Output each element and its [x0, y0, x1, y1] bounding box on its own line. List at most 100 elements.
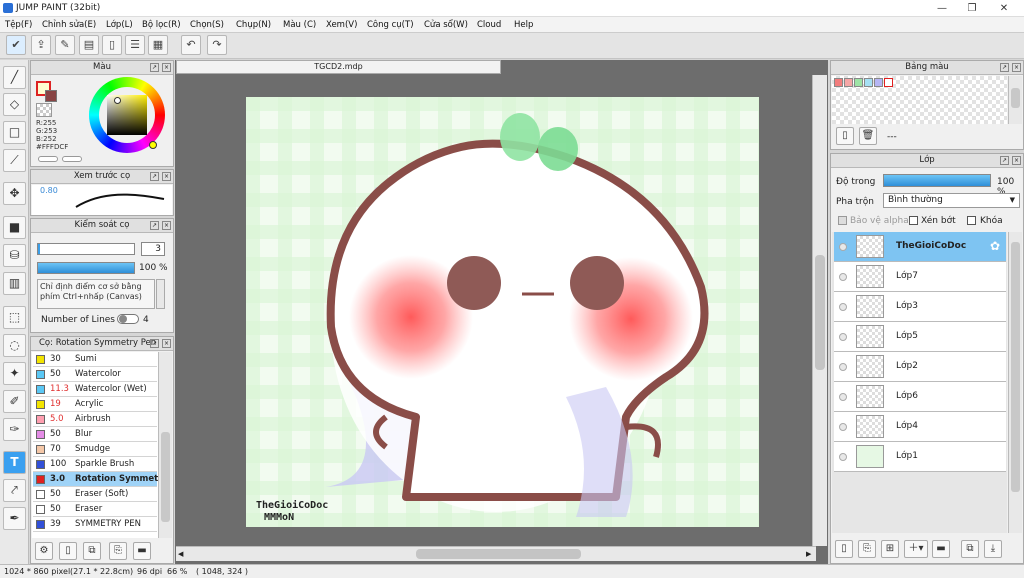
popout-icon[interactable]: ↗ — [150, 63, 159, 72]
lock-checkbox[interactable] — [967, 216, 976, 225]
saturation-square[interactable] — [107, 95, 147, 135]
bucket-tool-icon[interactable]: ⛁ — [3, 244, 26, 267]
layer-row[interactable]: Lớp2 — [834, 352, 1006, 382]
magic-wand-tool-icon[interactable]: ✦ — [3, 362, 26, 385]
layer-row[interactable]: Lớp5 — [834, 322, 1006, 352]
menu-filter[interactable]: Bộ lọc(R) — [142, 20, 181, 30]
brush-settings-icon[interactable]: ⚙ — [35, 542, 53, 560]
brush-size-slider[interactable] — [37, 243, 135, 255]
menu-cloud[interactable]: Cloud — [477, 20, 501, 30]
menu-color[interactable]: Màu (C) — [283, 20, 316, 30]
undo-icon[interactable]: ↶ — [181, 35, 201, 55]
document-tab[interactable]: TGCD2.mdp — [176, 60, 501, 74]
palette-swatch[interactable] — [834, 78, 843, 87]
brush-size-input[interactable]: 3 — [141, 242, 165, 256]
vertical-scrollbar[interactable] — [812, 75, 827, 546]
comment-icon[interactable]: ✎ — [55, 35, 75, 55]
close-icon[interactable]: × — [1012, 63, 1021, 72]
select-pen-tool-icon[interactable]: ✐ — [3, 390, 26, 413]
layer-row[interactable]: Lớp1 — [834, 442, 1006, 472]
brush-list-scrollbar[interactable] — [158, 352, 172, 538]
fill-rect-tool-icon[interactable]: ■ — [3, 216, 26, 239]
merge-layer-icon[interactable]: ⤓ — [984, 540, 1002, 558]
eraser-tool-icon[interactable]: ◇ — [3, 93, 26, 116]
layer-visibility-icon[interactable] — [839, 393, 847, 401]
menu-tools[interactable]: Công cụ(T) — [367, 20, 414, 30]
lasso-tool-icon[interactable]: ◌ — [3, 334, 26, 357]
layer-visibility-icon[interactable] — [839, 363, 847, 371]
duplicate-layer-icon[interactable]: ⧉ — [961, 540, 979, 558]
transparent-color-swatch[interactable] — [36, 103, 52, 117]
clipping-checkbox[interactable] — [909, 216, 918, 225]
close-icon[interactable]: × — [162, 339, 171, 348]
palette-swatch[interactable] — [864, 78, 873, 87]
line-tool-icon[interactable]: ⟋ — [3, 149, 26, 172]
hint-scrollbar[interactable] — [156, 279, 165, 309]
brush-item[interactable]: 30 Sumi — [33, 352, 157, 367]
brush-item[interactable]: 11.3 Watercolor (Wet) — [33, 382, 157, 397]
layer-visibility-icon[interactable] — [839, 453, 847, 461]
message-icon[interactable]: ▤ — [79, 35, 99, 55]
brush-item[interactable]: 50 Eraser — [33, 502, 157, 517]
horizontal-scrollbar[interactable]: ◀ ▶ — [176, 546, 816, 561]
blend-mode-select[interactable]: Bình thường ▼ — [883, 193, 1020, 208]
layer-folder-icon[interactable]: ▬ — [932, 540, 950, 558]
brush-tool-icon[interactable]: ╱ — [3, 66, 26, 89]
new-brush-icon[interactable]: ▯ — [59, 542, 77, 560]
vertical-scroll-thumb[interactable] — [815, 255, 825, 370]
brush-item[interactable]: 3.0 Rotation Symmetry Pen — [33, 472, 158, 487]
menu-select[interactable]: Chọn(S) — [190, 20, 224, 30]
artwork-canvas[interactable]: TheGioiCoDoc MMMoN — [246, 97, 759, 527]
brush-item[interactable]: 39 SYMMETRY PEN — [33, 517, 157, 532]
layer-row[interactable]: Lớp3 — [834, 292, 1006, 322]
maximize-button[interactable]: ❐ — [956, 0, 988, 17]
color-picker-marker[interactable] — [114, 97, 121, 104]
palette-swatch[interactable] — [854, 78, 863, 87]
minimize-button[interactable]: — — [926, 0, 958, 17]
delete-swatch-icon[interactable]: 🗑 — [859, 127, 877, 145]
redo-icon[interactable]: ↷ — [207, 35, 227, 55]
menu-layer[interactable]: Lớp(L) — [106, 20, 133, 30]
hue-wheel[interactable] — [89, 77, 165, 153]
popout-icon[interactable]: ↗ — [150, 172, 159, 181]
layer-row[interactable]: Lớp6 — [834, 382, 1006, 412]
export-icon[interactable]: ⇪ — [31, 35, 51, 55]
menu-capture[interactable]: Chụp(N) — [236, 20, 271, 30]
menu-edit[interactable]: Chỉnh sửa(E) — [42, 20, 96, 30]
brush-opacity-slider[interactable] — [37, 262, 135, 274]
popout-icon[interactable]: ↗ — [150, 339, 159, 348]
move-tool-icon[interactable]: ✥ — [3, 182, 26, 205]
popout-icon[interactable]: ↗ — [150, 221, 159, 230]
layer-row[interactable]: Lớp4 — [834, 412, 1006, 442]
brush-item[interactable]: 50 Watercolor — [33, 367, 157, 382]
new-layer-icon[interactable]: ▯ — [835, 540, 853, 558]
brush-item[interactable]: 100 Sparkle Brush — [33, 457, 157, 472]
secondary-color-swatch[interactable] — [45, 90, 57, 102]
close-icon[interactable]: × — [162, 63, 171, 72]
brush-item[interactable]: 70 Smudge — [33, 442, 157, 457]
new-swatch-icon[interactable]: ▯ — [836, 127, 854, 145]
eyedropper-tool-icon[interactable]: ✒ — [3, 507, 26, 530]
rectangle-tool-icon[interactable]: □ — [3, 121, 26, 144]
page-icon[interactable]: ▯ — [102, 35, 122, 55]
color-mode-toggle-2[interactable] — [62, 156, 82, 162]
grid-settings-icon[interactable]: ▦ — [148, 35, 168, 55]
palette-swatch[interactable] — [844, 78, 853, 87]
new-vector-layer-icon[interactable]: ⊞ — [881, 540, 899, 558]
menu-window[interactable]: Cửa sổ(W) — [424, 20, 468, 30]
popout-icon[interactable]: ↗ — [1000, 156, 1009, 165]
brush-item[interactable]: 19 Acrylic — [33, 397, 157, 412]
close-icon[interactable]: × — [162, 221, 171, 230]
menu-file[interactable]: Tệp(F) — [5, 20, 32, 30]
brush-item[interactable]: 50 Eraser (Soft) — [33, 487, 157, 502]
layer-visibility-icon[interactable] — [839, 423, 847, 431]
layer-row[interactable]: Lớp7 — [834, 262, 1006, 292]
select-eraser-tool-icon[interactable]: ✑ — [3, 418, 26, 441]
copy-brush-icon[interactable]: ⧉ — [83, 542, 101, 560]
gradient-tool-icon[interactable]: ▥ — [3, 272, 26, 295]
horizontal-scroll-thumb[interactable] — [416, 549, 581, 559]
layer-row[interactable]: TheGioiCoDoc ✿ — [834, 232, 1006, 262]
palette-swatch[interactable] — [874, 78, 883, 87]
layer-visibility-icon[interactable] — [839, 333, 847, 341]
check-icon[interactable]: ✔ — [6, 35, 26, 55]
